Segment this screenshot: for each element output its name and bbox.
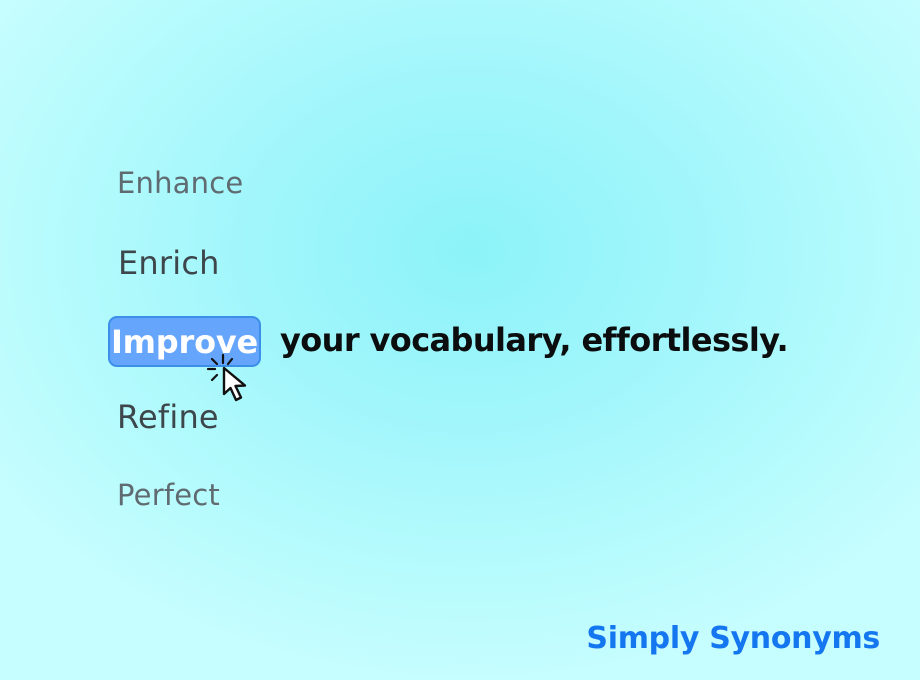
brand-logo-text: Simply Synonyms <box>586 621 880 656</box>
synonym-refine: Refine <box>117 398 219 436</box>
synonym-perfect: Perfect <box>117 478 220 512</box>
synonym-enhance: Enhance <box>117 166 244 200</box>
tagline: your vocabulary, effortlessly. <box>280 321 789 359</box>
synonym-enrich: Enrich <box>118 244 220 282</box>
